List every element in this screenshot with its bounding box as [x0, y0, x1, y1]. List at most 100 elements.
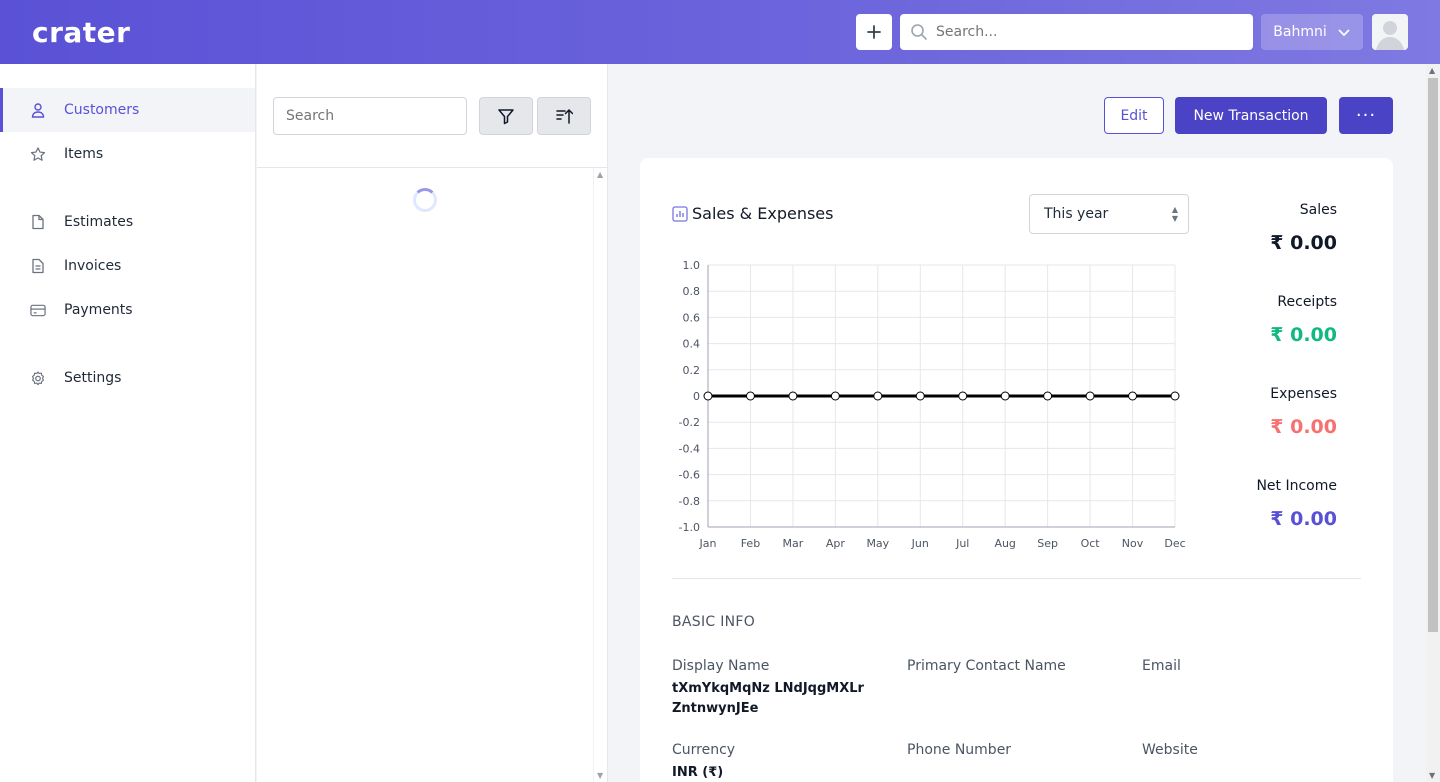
stat-label: Receipts: [1277, 294, 1337, 310]
chart-bar-icon: [672, 205, 688, 222]
y-tick-label: 0: [693, 390, 700, 403]
scroll-up-arrow[interactable]: ▲: [597, 170, 603, 179]
sidebar-item-label: Settings: [64, 370, 122, 386]
currency-label: Currency: [672, 742, 736, 758]
scroll-down-arrow[interactable]: ▼: [597, 771, 603, 780]
scroll-up-arrow[interactable]: ▲: [1429, 66, 1435, 75]
more-actions-button[interactable]: ···: [1339, 97, 1393, 134]
scroll-thumb[interactable]: [1428, 78, 1438, 632]
new-transaction-button[interactable]: New Transaction: [1175, 97, 1327, 134]
stat-value: ₹ 0.00: [1270, 324, 1337, 346]
data-point: [745, 391, 755, 401]
list-scrollbar[interactable]: ▲ ▼: [593, 168, 607, 782]
customer-search-input[interactable]: [273, 97, 467, 135]
card-icon: [30, 302, 46, 318]
x-tick-label: Jan: [699, 537, 717, 550]
company-name: Bahmni: [1273, 24, 1327, 40]
stat-receipts: Receipts ₹ 0.00: [1270, 294, 1337, 346]
sidebar-item-invoices[interactable]: Invoices: [0, 244, 255, 288]
y-tick-label: -0.6: [679, 469, 700, 482]
y-tick-label: 0.4: [683, 338, 701, 351]
sales-expenses-chart: 1.0 0.8 0.6 0.4 0.2 0 -0.2 -0.4 -0.6 -0.8 -1.0 Jan F…: [679, 259, 1186, 550]
sidebar-item-items[interactable]: Items: [0, 132, 255, 176]
x-tick-label: Oct: [1081, 537, 1101, 550]
sidebar-item-payments[interactable]: Payments: [0, 288, 255, 332]
data-point: [1085, 391, 1095, 401]
y-tick-label: 0.2: [683, 364, 701, 377]
sort-ascending-icon: [556, 109, 573, 124]
phone-label: Phone Number: [907, 742, 1012, 758]
website-label: Website: [1142, 742, 1198, 758]
primary-contact-label: Primary Contact Name: [907, 658, 1066, 674]
stat-label: Net Income: [1256, 478, 1337, 494]
x-tick-label: Jul: [955, 537, 969, 550]
gear-icon: [30, 370, 46, 386]
email-label: Email: [1142, 658, 1181, 674]
create-new-button[interactable]: [856, 14, 892, 50]
x-tick-label: Feb: [741, 537, 760, 550]
data-point: [915, 391, 925, 401]
sidebar-item-settings[interactable]: Settings: [0, 356, 255, 400]
data-point: [830, 391, 840, 401]
global-search[interactable]: [900, 14, 1253, 50]
user-avatar[interactable]: [1372, 14, 1408, 50]
list-divider: [257, 167, 607, 168]
card-divider: [672, 578, 1361, 579]
x-tick-label: Dec: [1164, 537, 1185, 550]
stat-value: ₹ 0.00: [1270, 508, 1337, 530]
customer-list-panel: ▲ ▼: [257, 64, 608, 782]
y-tick-label: 0.8: [683, 285, 701, 298]
sidebar-item-estimates[interactable]: Estimates: [0, 200, 255, 244]
filter-button[interactable]: [479, 97, 533, 135]
x-tick-label: Mar: [783, 537, 804, 550]
loading-spinner: [413, 188, 437, 212]
chart-title: Sales & Expenses: [692, 204, 834, 223]
user-icon: [30, 102, 46, 118]
stat-value: ₹ 0.00: [1270, 232, 1337, 254]
plus-icon: [867, 25, 881, 39]
data-point: [1170, 391, 1180, 401]
y-tick-label: 0.6: [683, 311, 701, 324]
sidebar-item-label: Invoices: [64, 258, 122, 274]
sidebar-item-customers[interactable]: Customers: [0, 88, 255, 132]
period-select[interactable]: This year ▲ ▼: [1029, 194, 1189, 234]
stat-value: ₹ 0.00: [1270, 416, 1337, 438]
stat-sales: Sales ₹ 0.00: [1270, 202, 1337, 254]
y-tick-label: -0.2: [679, 416, 700, 429]
page-scrollbar[interactable]: ▲ ▼: [1426, 64, 1440, 782]
data-point: [788, 391, 798, 401]
period-value: This year: [1044, 206, 1109, 222]
data-point: [1128, 391, 1138, 401]
y-tick-label: 1.0: [683, 259, 701, 272]
x-tick-label: Jun: [911, 537, 929, 550]
chart-heading: Sales & Expenses: [672, 204, 833, 223]
company-switcher[interactable]: Bahmni: [1261, 14, 1363, 50]
display-name-label: Display Name: [672, 658, 770, 674]
scroll-down-arrow[interactable]: ▼: [1429, 771, 1435, 780]
edit-button[interactable]: Edit: [1104, 97, 1164, 134]
data-point: [1043, 391, 1053, 401]
data-point: [873, 391, 883, 401]
data-point: [1000, 391, 1010, 401]
x-tick-label: May: [866, 537, 889, 550]
x-tick-label: Aug: [994, 537, 1015, 550]
y-tick-label: -0.4: [679, 442, 700, 455]
more-dots-icon: ···: [1355, 105, 1377, 126]
sort-button[interactable]: [537, 97, 591, 135]
y-tick-label: -1.0: [679, 521, 700, 534]
document-icon: [30, 214, 46, 230]
sidebar-item-label: Payments: [64, 302, 133, 318]
star-icon: [30, 146, 46, 162]
x-tick-label: Sep: [1037, 537, 1058, 550]
data-point: [958, 391, 968, 401]
global-search-input[interactable]: [936, 24, 1236, 40]
data-point: [703, 391, 713, 401]
sidebar: Customers Items Estimates Invoices Payme…: [0, 64, 256, 782]
display-name-value: tXmYkqMqNz LNdJqgMXLr ZntnwynJEe: [672, 681, 864, 716]
filter-icon: [498, 109, 514, 125]
crater-logo[interactable]: crater: [32, 16, 130, 49]
customer-detail-card: Sales & Expenses This year ▲ ▼ Sales ₹ 0.…: [640, 158, 1393, 782]
x-tick-label: Apr: [826, 537, 846, 550]
avatar-icon: [1372, 14, 1408, 50]
stat-label: Expenses: [1270, 386, 1337, 402]
